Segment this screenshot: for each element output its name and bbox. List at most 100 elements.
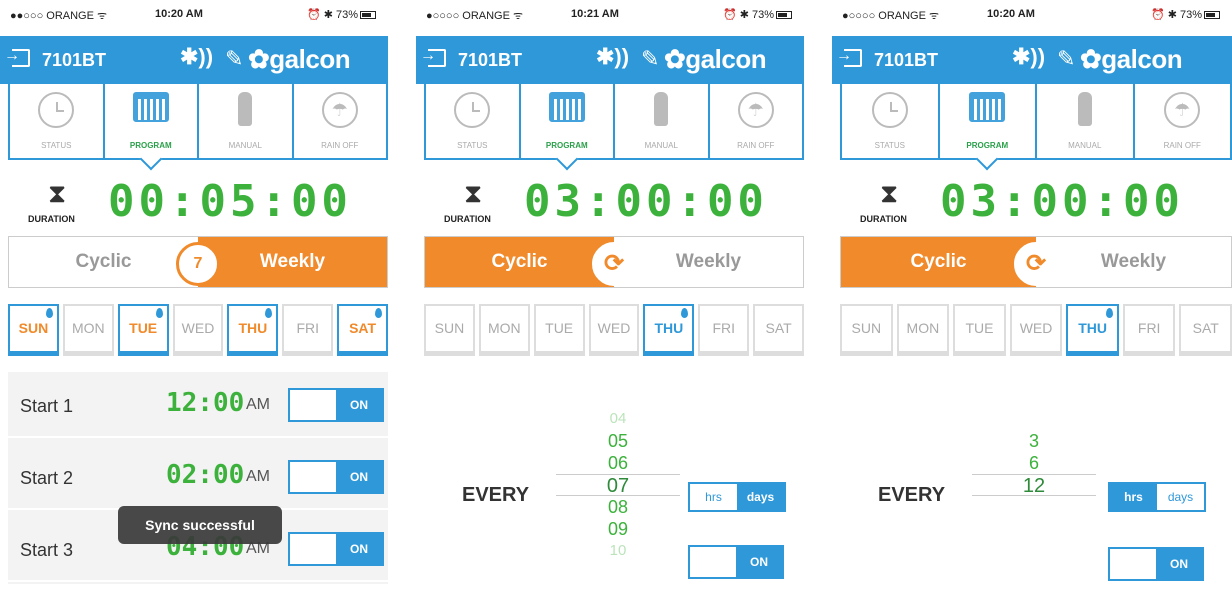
day-wed[interactable]: WED [1009, 304, 1063, 356]
day-sat[interactable]: SAT [753, 304, 804, 356]
hand-icon [238, 92, 253, 126]
tab-rain-off[interactable]: ☂ RAIN OFF [294, 84, 387, 158]
hourglass-icon: ⧗ [880, 178, 899, 208]
duration-value[interactable]: 03:00:00 [940, 176, 1184, 227]
mode-weekly[interactable]: Weekly [198, 237, 387, 287]
start-toggle[interactable]: ON [288, 532, 384, 566]
brand-logo: ✿galcon [248, 44, 351, 74]
cyclic-toggle[interactable]: ON [688, 545, 784, 579]
battery-indicator: ⏰ ✱ 73% [307, 8, 376, 21]
interval-picker[interactable]: 04 05 06 07 08 09 10 [556, 408, 680, 562]
duration-section[interactable]: ⧗ DURATION 03:00:00 [832, 176, 1232, 232]
battery-percent: 73% [751, 9, 774, 21]
duration-section[interactable]: ⧗ DURATION 03:00:00 [416, 176, 804, 232]
exit-icon[interactable] [836, 47, 862, 67]
unit-hrs[interactable]: hrs [690, 484, 737, 510]
status-bar: ●○○○○ ORANGE ᯤ 10:21 AM ⏰ ✱ 73% [416, 6, 804, 24]
edit-pencil-icon[interactable]: ✎ [1057, 46, 1075, 72]
mode-cyclic[interactable]: Cyclic [425, 237, 614, 287]
tab-manual[interactable]: MANUAL [199, 84, 294, 158]
tab-status[interactable]: STATUS [10, 84, 105, 158]
day-fri[interactable]: FRI [698, 304, 750, 356]
bluetooth-icon[interactable]: ✱)) [1012, 44, 1045, 70]
day-thu[interactable]: THU [227, 304, 279, 356]
phone-screen-weekly: ●●○○○ ORANGE ᯤ 10:20 AM ⏰ ✱ 73% 7101BT ✱… [0, 0, 388, 591]
exit-icon[interactable] [420, 47, 446, 67]
unit-switch[interactable]: hrs days [688, 482, 786, 512]
app-header: 7101BT ✱)) ✎ ✿galcon [832, 36, 1232, 84]
day-mon[interactable]: MON [896, 304, 950, 356]
unit-days[interactable]: days [1157, 484, 1204, 510]
tab-rain-off[interactable]: ☂ RAIN OFF [710, 84, 803, 158]
day-wed[interactable]: WED [172, 304, 224, 356]
status-bar: ●●○○○ ORANGE ᯤ 10:20 AM ⏰ ✱ 73% [0, 6, 388, 24]
tab-program[interactable]: PROGRAM [105, 84, 199, 158]
day-sun[interactable]: SUN [424, 304, 475, 356]
duration-value[interactable]: 03:00:00 [524, 176, 768, 227]
exit-icon[interactable] [4, 47, 30, 67]
day-tue[interactable]: TUE [953, 304, 1006, 356]
start-time[interactable]: 12:00 [166, 388, 244, 418]
mode-weekly[interactable]: Weekly [1036, 237, 1231, 287]
unit-switch[interactable]: hrs days [1108, 482, 1206, 512]
mode-weekly[interactable]: Weekly [614, 237, 803, 287]
refresh-icon: ⟳ [592, 242, 636, 286]
day-tue[interactable]: TUE [533, 304, 585, 356]
water-drop-icon [265, 308, 273, 318]
mode-selector: Cyclic Weekly ⟳ [424, 236, 804, 288]
mode-cyclic[interactable]: Cyclic [9, 237, 198, 287]
tab-status[interactable]: STATUS [842, 84, 940, 158]
edit-pencil-icon[interactable]: ✎ [641, 46, 659, 72]
start-times-list: Start 1 12:00 AM ON Start 2 02:00 AM ON … [8, 372, 388, 584]
duration-label: DURATION [28, 214, 75, 224]
edit-pencil-icon[interactable]: ✎ [225, 46, 243, 72]
duration-label: DURATION [444, 214, 491, 224]
duration-value[interactable]: 00:05:00 [108, 176, 352, 227]
tab-manual[interactable]: MANUAL [1037, 84, 1135, 158]
tab-status[interactable]: STATUS [426, 84, 521, 158]
start-row: Start 1 12:00 AM ON [8, 372, 388, 438]
start-toggle[interactable]: ON [288, 388, 384, 422]
day-thu[interactable]: THU [1066, 304, 1119, 356]
start-ampm: AM [246, 468, 270, 485]
day-selector: SUN MON TUE WED THU FRI SAT [840, 304, 1232, 356]
day-tue[interactable]: TUE [117, 304, 169, 356]
start-time[interactable]: 02:00 [166, 460, 244, 490]
day-wed[interactable]: WED [588, 304, 640, 356]
unit-days[interactable]: days [737, 484, 784, 510]
start-ampm: AM [246, 396, 270, 413]
hand-icon [654, 92, 669, 126]
carrier-label: ●○○○○ ORANGE ᯤ [426, 10, 524, 22]
day-fri[interactable]: FRI [282, 304, 334, 356]
bluetooth-icon[interactable]: ✱)) [180, 44, 213, 70]
day-sat[interactable]: SAT [1179, 304, 1232, 356]
day-sat[interactable]: SAT [337, 304, 388, 356]
unit-hrs[interactable]: hrs [1110, 484, 1157, 510]
day-fri[interactable]: FRI [1122, 304, 1176, 356]
start-label: Start 2 [20, 468, 74, 488]
day-mon[interactable]: MON [478, 304, 530, 356]
device-name: 7101BT [458, 50, 523, 70]
tab-manual[interactable]: MANUAL [615, 84, 710, 158]
tab-program[interactable]: PROGRAM [521, 84, 615, 158]
bluetooth-icon[interactable]: ✱)) [596, 44, 629, 70]
battery-percent: 73% [335, 9, 358, 21]
cyclic-toggle[interactable]: ON [1108, 547, 1204, 581]
hourglass-icon: ⧗ [48, 178, 67, 208]
interval-picker[interactable]: 3 6 12 [972, 430, 1096, 497]
mode-selector: Cyclic Weekly ⟳ [840, 236, 1232, 288]
mode-cyclic[interactable]: Cyclic [841, 237, 1036, 287]
rain-off-icon: ☂ [1164, 92, 1201, 128]
day-sun[interactable]: SUN [840, 304, 893, 356]
tab-rain-off[interactable]: ☂ RAIN OFF [1135, 84, 1231, 158]
day-thu[interactable]: THU [643, 304, 695, 356]
tab-bar: STATUS PROGRAM MANUAL ☂ RAIN OFF [840, 84, 1232, 160]
day-sun[interactable]: SUN [8, 304, 59, 356]
start-toggle[interactable]: ON [288, 460, 384, 494]
clock-label: 10:21 AM [571, 8, 619, 20]
day-mon[interactable]: MON [62, 304, 114, 356]
calendar-icon [548, 92, 585, 122]
tab-program[interactable]: PROGRAM [940, 84, 1037, 158]
duration-section[interactable]: ⧗ DURATION 00:05:00 [0, 176, 388, 232]
clock-icon [38, 92, 75, 128]
